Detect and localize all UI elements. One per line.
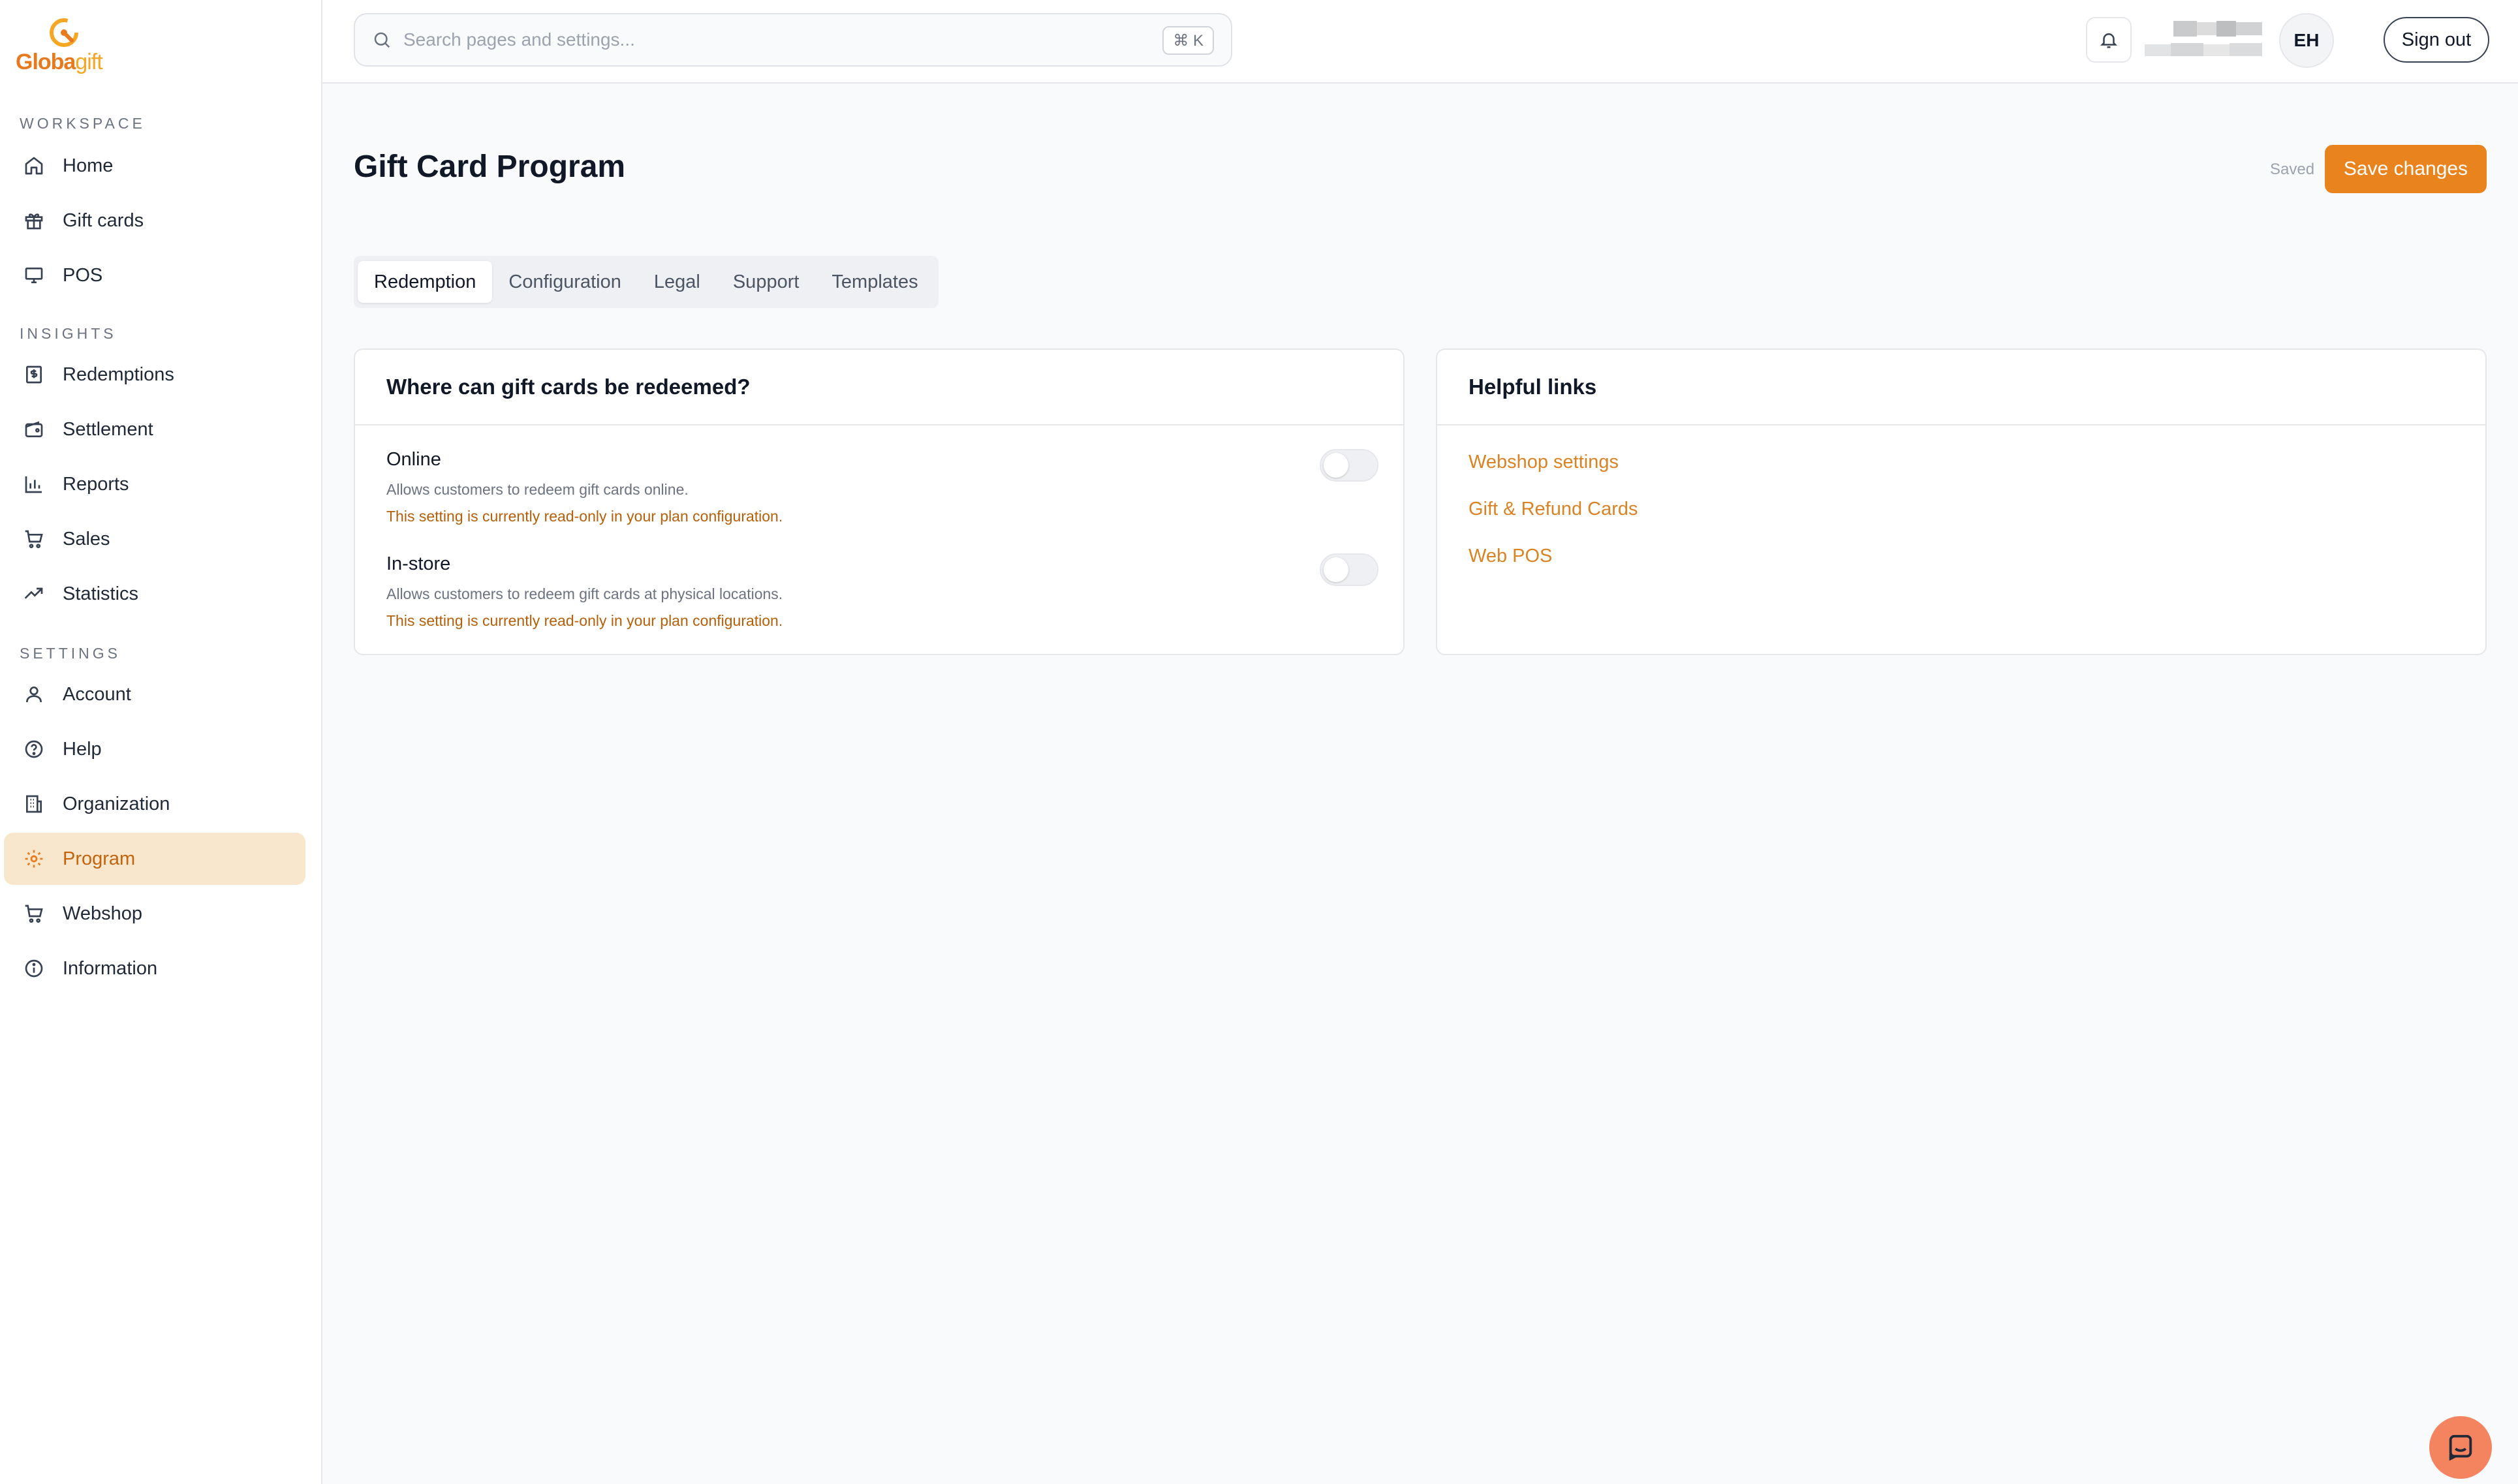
logo-wordmark: Globagift	[16, 50, 103, 74]
link-web-pos[interactable]: Web POS	[1469, 546, 1552, 567]
setting-description: Allows customers to redeem gift cards on…	[386, 481, 689, 498]
nav-section-insights: INSIGHTS	[20, 325, 117, 342]
sidebar-item-settlement[interactable]: Settlement	[4, 403, 305, 456]
redemption-card-title: Where can gift cards be redeemed?	[355, 350, 1403, 425]
sidebar-item-label: Reports	[63, 473, 129, 495]
info-icon	[21, 955, 47, 982]
globagift-logo[interactable]: Globagift	[16, 13, 114, 74]
search-shortcut: ⌘ K	[1162, 26, 1214, 55]
cart-icon	[21, 901, 47, 927]
bell-icon	[2100, 33, 2118, 48]
tab-redemption[interactable]: Redemption	[358, 261, 493, 303]
nav-section-workspace: WORKSPACE	[20, 115, 146, 132]
sidebar-item-sales[interactable]: Sales	[4, 513, 305, 565]
sidebar-item-label: Redemptions	[63, 363, 174, 385]
help-circle-icon	[21, 736, 47, 762]
trending-up-icon	[21, 581, 47, 607]
in-store-toggle[interactable]	[1320, 553, 1378, 586]
sidebar-item-information[interactable]: Information	[4, 942, 305, 995]
sidebar-item-home[interactable]: Home	[4, 140, 305, 192]
sidebar-item-label: Sales	[63, 528, 110, 549]
sidebar-item-label: POS	[63, 264, 103, 286]
nav-section-settings: SETTINGS	[20, 645, 121, 662]
sidebar-item-label: Program	[63, 848, 136, 869]
gift-icon	[21, 208, 47, 234]
page-title: Gift Card Program	[354, 149, 626, 184]
setting-description: Allows customers to redeem gift cards at…	[386, 585, 783, 602]
user-avatar[interactable]: EH	[2279, 13, 2334, 68]
setting-online: Online Allows customers to redeem gift c…	[386, 449, 1378, 525]
setting-name: Online	[386, 449, 441, 470]
sidebar-item-label: Webshop	[63, 903, 142, 924]
sign-out-button[interactable]: Sign out	[2384, 17, 2489, 63]
sidebar-item-label: Gift cards	[63, 209, 144, 231]
sidebar-item-statistics[interactable]: Statistics	[4, 568, 305, 620]
gear-icon	[21, 846, 47, 872]
sidebar: Globagift WORKSPACE Home Gift cards POS …	[0, 0, 322, 1484]
logo-mark-icon	[50, 18, 78, 47]
sidebar-item-label: Settlement	[63, 418, 153, 440]
search-input[interactable]	[403, 29, 1121, 50]
cart-icon	[21, 526, 47, 552]
helpful-links-card: Helpful links Webshop settings Gift & Re…	[1436, 348, 2487, 655]
sidebar-item-webshop[interactable]: Webshop	[4, 888, 305, 940]
bar-chart-icon	[21, 471, 47, 497]
chat-icon	[2449, 1434, 2472, 1461]
redemption-card: Where can gift cards be redeemed? Online…	[354, 348, 1405, 655]
sidebar-item-redemptions[interactable]: Redemptions	[4, 348, 305, 401]
online-toggle[interactable]	[1320, 449, 1378, 482]
search-icon	[374, 32, 390, 48]
link-webshop-settings[interactable]: Webshop settings	[1469, 452, 1619, 473]
tab-configuration[interactable]: Configuration	[492, 261, 638, 303]
sidebar-item-reports[interactable]: Reports	[4, 458, 305, 510]
program-tabs: Redemption Configuration Legal Support T…	[354, 256, 939, 308]
home-icon	[21, 153, 47, 179]
user-icon	[21, 681, 47, 707]
sidebar-item-label: Home	[63, 155, 114, 176]
link-gift-refund-cards[interactable]: Gift & Refund Cards	[1469, 499, 1638, 520]
sidebar-item-label: Account	[63, 683, 131, 705]
redacted-user-info	[2145, 21, 2262, 56]
setting-in-store: In-store Allows customers to redeem gift…	[386, 553, 1378, 630]
sidebar-item-label: Information	[63, 957, 158, 979]
monitor-icon	[21, 262, 47, 288]
tab-templates[interactable]: Templates	[815, 261, 934, 303]
sidebar-item-organization[interactable]: Organization	[4, 778, 305, 830]
tab-support[interactable]: Support	[717, 261, 816, 303]
receipt-dollar-icon	[21, 362, 47, 388]
sidebar-item-label: Organization	[63, 793, 170, 814]
notifications-button[interactable]	[2086, 17, 2132, 63]
search-box[interactable]: ⌘ K	[354, 13, 1232, 67]
sidebar-item-pos[interactable]: POS	[4, 249, 305, 301]
setting-readonly-warning: This setting is currently read-only in y…	[386, 612, 783, 629]
sidebar-item-help[interactable]: Help	[4, 723, 305, 775]
setting-name: In-store	[386, 553, 451, 574]
sidebar-item-label: Help	[63, 738, 102, 760]
sidebar-item-program[interactable]: Program	[4, 833, 305, 885]
building-icon	[21, 791, 47, 817]
wallet-icon	[21, 416, 47, 442]
top-bar: ⌘ K EH Sign out	[322, 0, 2518, 84]
sidebar-item-label: Statistics	[63, 583, 139, 604]
toggle-knob	[1324, 557, 1348, 582]
tab-legal[interactable]: Legal	[638, 261, 717, 303]
setting-readonly-warning: This setting is currently read-only in y…	[386, 508, 783, 525]
saved-status: Saved	[2270, 161, 2315, 178]
chat-launcher-button[interactable]	[2429, 1416, 2492, 1479]
helpful-links-title: Helpful links	[1437, 350, 2485, 425]
sidebar-item-account[interactable]: Account	[4, 668, 305, 720]
save-changes-button[interactable]: Save changes	[2325, 145, 2487, 193]
toggle-knob	[1324, 453, 1348, 478]
sidebar-item-gift-cards[interactable]: Gift cards	[4, 194, 305, 247]
